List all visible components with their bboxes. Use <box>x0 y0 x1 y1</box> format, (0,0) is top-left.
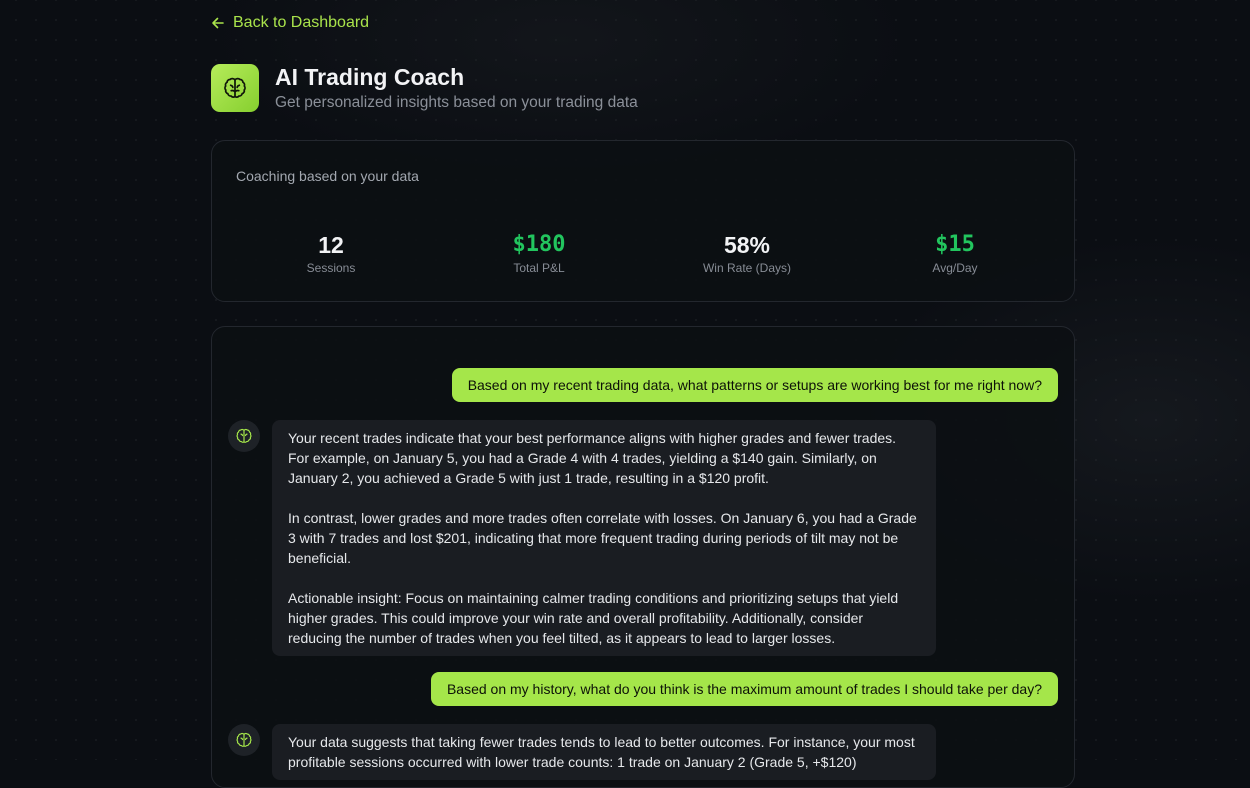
arrow-left-icon <box>211 16 225 30</box>
user-message: Based on my history, what do you think i… <box>431 672 1058 706</box>
stat-label: Avg/Day <box>851 261 1059 275</box>
assistant-avatar <box>228 724 260 756</box>
stat-value: 58% <box>643 231 851 259</box>
brain-icon <box>235 427 253 445</box>
user-message: Based on my recent trading data, what pa… <box>452 368 1058 402</box>
assistant-message: Your recent trades indicate that your be… <box>228 420 936 656</box>
stat-label: Total P&L <box>435 261 643 275</box>
message-paragraph: In contrast, lower grades and more trade… <box>288 508 920 568</box>
stat-avg-day: $15 Avg/Day <box>851 231 1059 275</box>
back-link-label: Back to Dashboard <box>233 14 369 32</box>
assistant-message-bubble: Your data suggests that taking fewer tra… <box>272 724 936 780</box>
stat-value: 12 <box>227 231 435 259</box>
brain-icon <box>235 731 253 749</box>
page-title: AI Trading Coach <box>275 64 638 90</box>
message-paragraph: Actionable insight: Focus on maintaining… <box>288 588 920 648</box>
chat-panel[interactable]: Based on my recent trading data, what pa… <box>211 326 1075 788</box>
page-subtitle: Get personalized insights based on your … <box>275 94 638 112</box>
stats-row: 12 Sessions $180 Total P&L 58% Win Rate … <box>227 231 1059 275</box>
app-logo <box>211 64 259 112</box>
stats-caption: Coaching based on your data <box>236 168 419 184</box>
assistant-avatar <box>228 420 260 452</box>
stat-value: $15 <box>851 231 1059 259</box>
back-to-dashboard-link[interactable]: Back to Dashboard <box>211 14 369 32</box>
stat-label: Win Rate (Days) <box>643 261 851 275</box>
brain-icon <box>222 75 248 101</box>
page-header: AI Trading Coach Get personalized insigh… <box>211 64 638 112</box>
stat-sessions: 12 Sessions <box>227 231 435 275</box>
stat-value: $180 <box>435 231 643 259</box>
stat-label: Sessions <box>227 261 435 275</box>
assistant-message: Your data suggests that taking fewer tra… <box>228 724 936 780</box>
message-paragraph: Your data suggests that taking fewer tra… <box>288 732 920 772</box>
message-paragraph: Your recent trades indicate that your be… <box>288 428 920 488</box>
assistant-message-bubble: Your recent trades indicate that your be… <box>272 420 936 656</box>
stat-total-pnl: $180 Total P&L <box>435 231 643 275</box>
main-container: Back to Dashboard AI Trading Coach Get p… <box>211 0 1075 760</box>
stats-card: Coaching based on your data 12 Sessions … <box>211 140 1075 302</box>
stat-win-rate: 58% Win Rate (Days) <box>643 231 851 275</box>
